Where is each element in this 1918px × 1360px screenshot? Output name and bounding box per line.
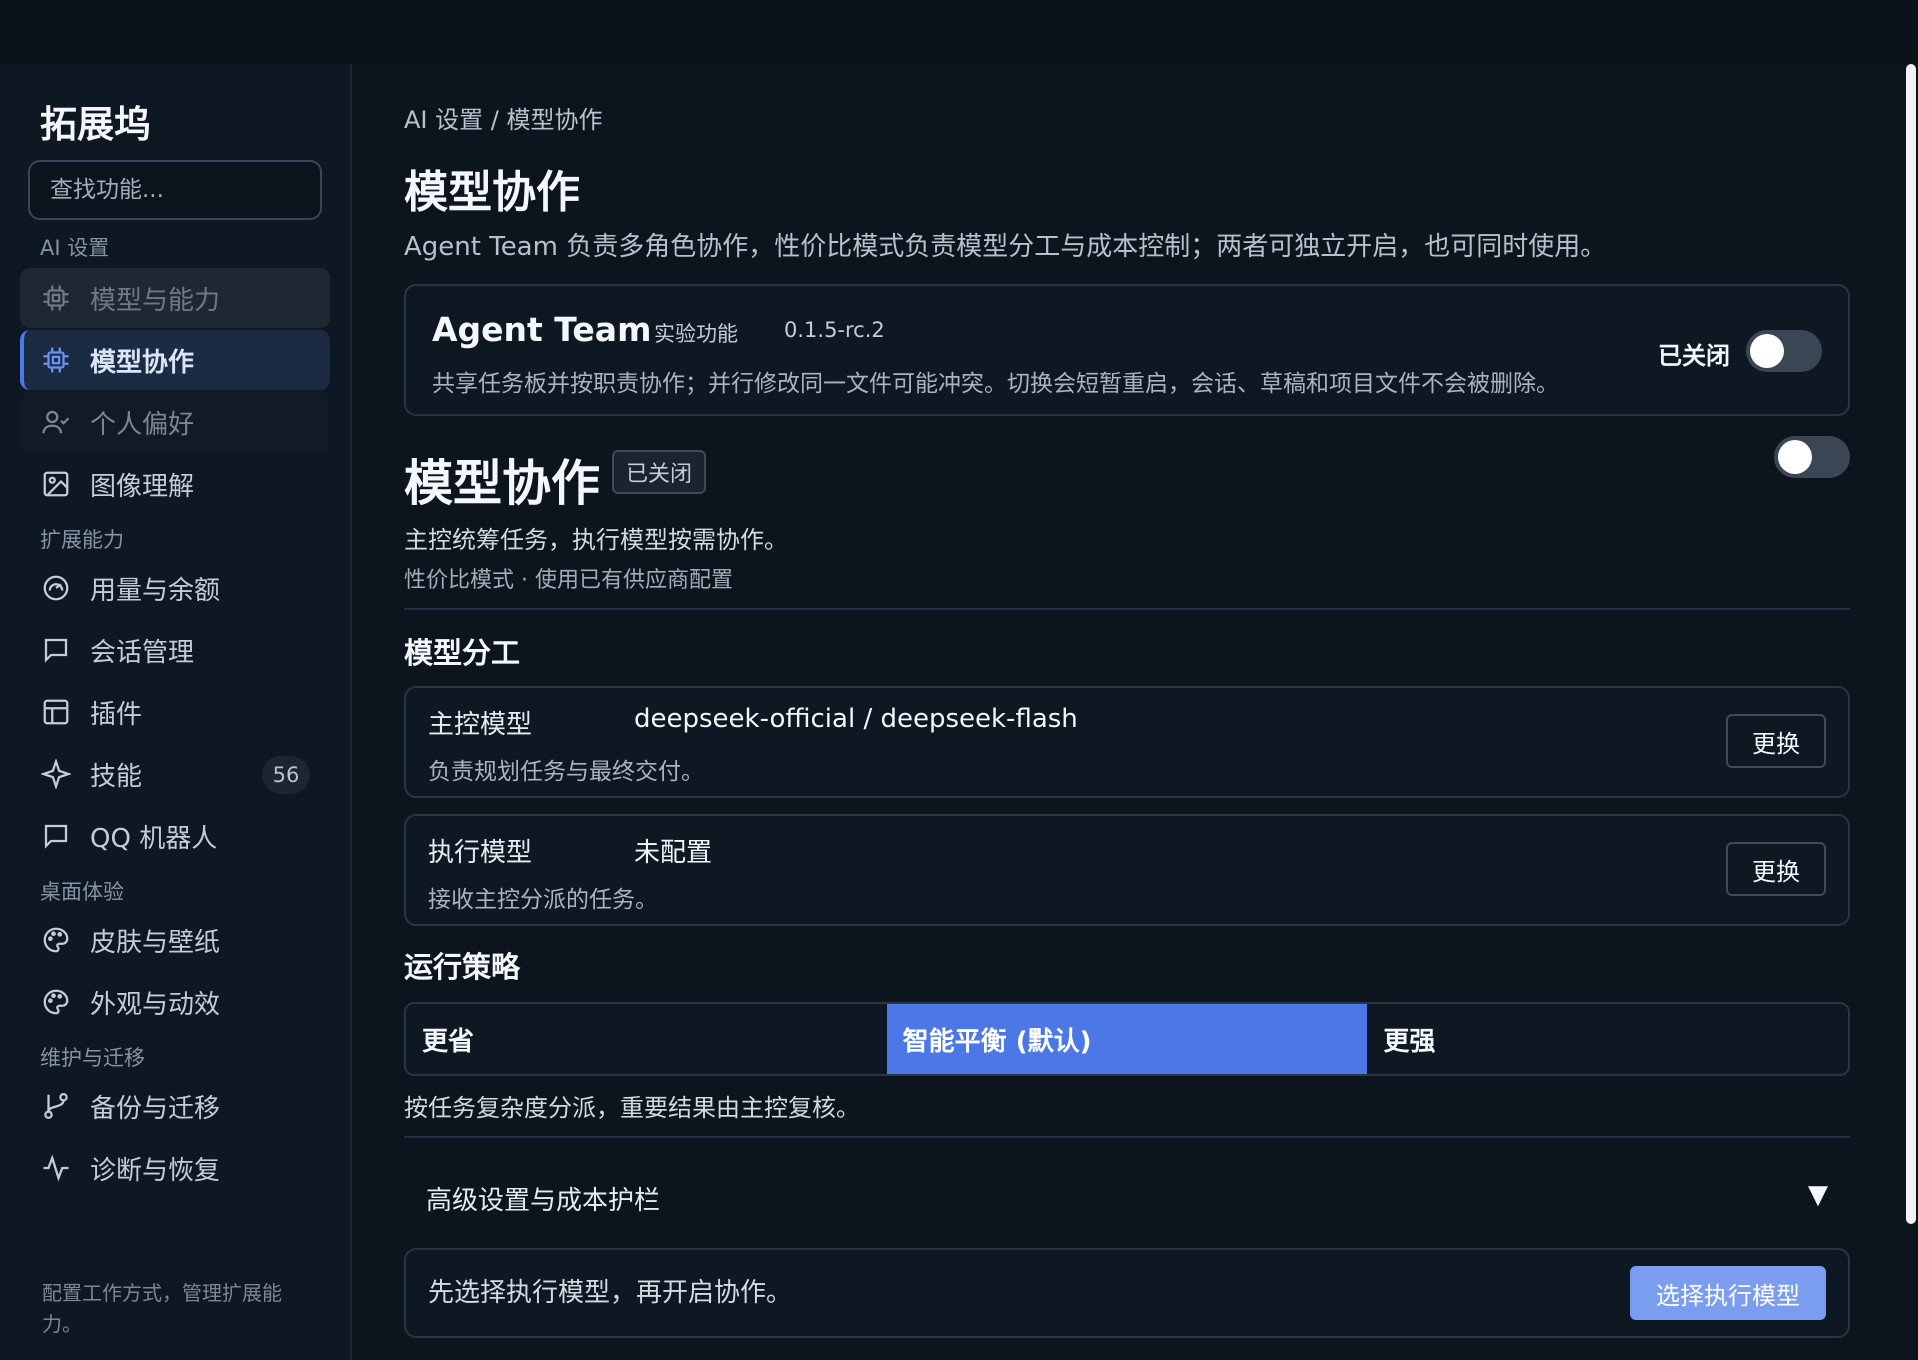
- executor-model-label: 执行模型: [428, 838, 533, 868]
- skills-count-badge: 56: [262, 756, 310, 794]
- divider: [404, 1136, 1850, 1138]
- sidebar-item-usage[interactable]: 用量与余额: [20, 558, 330, 618]
- sidebar-item-appearance[interactable]: 外观与动效: [20, 972, 330, 1032]
- executor-model-value: 未配置: [634, 838, 713, 868]
- sidebar-item-label: 技能: [90, 761, 143, 792]
- user-check-icon: [40, 406, 72, 438]
- sidebar-item-label: 诊断与恢复: [90, 1155, 221, 1186]
- controller-model-card: 主控模型 deepseek-official / deepseek-flash …: [404, 686, 1850, 798]
- sidebar-item-sessions[interactable]: 会话管理: [20, 620, 330, 680]
- group-label-maintenance: 维护与迁移: [40, 1046, 145, 1070]
- sidebar: 拓展坞 AI 设置 模型与能力 模型协作 个人偏好 图像理解: [0, 64, 352, 1360]
- agent-team-title: Agent Team: [432, 310, 652, 349]
- change-executor-model-button[interactable]: 更换: [1726, 842, 1826, 896]
- gauge-icon: [40, 572, 72, 604]
- collab-status-badge: 已关闭: [612, 450, 707, 494]
- action-hint: 先选择执行模型，再开启协作。: [428, 1278, 793, 1308]
- sidebar-item-skills[interactable]: 技能 56: [20, 744, 330, 804]
- sidebar-item-qq-bot[interactable]: QQ 机器人: [20, 806, 330, 866]
- strategy-description: 按任务复杂度分派，重要结果由主控复核。: [404, 1094, 860, 1122]
- sidebar-footer: 配置工作方式，管理扩展能力。: [42, 1281, 282, 1336]
- sidebar-item-label: 用量与余额: [90, 575, 221, 606]
- controller-model-value: deepseek-official / deepseek-flash: [634, 704, 1078, 734]
- git-branch-icon: [40, 1090, 72, 1122]
- sidebar-item-label: 模型与能力: [90, 285, 221, 316]
- search-input[interactable]: [28, 160, 322, 220]
- sidebar-item-skins[interactable]: 皮肤与壁纸: [20, 910, 330, 970]
- change-controller-model-button[interactable]: 更换: [1726, 714, 1826, 768]
- sidebar-item-label: 外观与动效: [90, 989, 221, 1020]
- sidebar-item-label: 个人偏好: [90, 409, 195, 440]
- app: 拓展坞 AI 设置 模型与能力 模型协作 个人偏好 图像理解: [0, 64, 1918, 1360]
- sidebar-item-diagnostics[interactable]: 诊断与恢复: [20, 1138, 330, 1198]
- brand-title: 拓展坞: [40, 103, 151, 146]
- group-label-extensions: 扩展能力: [40, 528, 124, 552]
- scrollbar-thumb[interactable]: [1906, 64, 1916, 1224]
- collab-toggle[interactable]: [1774, 436, 1850, 478]
- sidebar-item-collab[interactable]: 模型协作: [20, 330, 330, 390]
- main-content: AI 设置 / 模型协作 模型协作 Agent Team 负责多角色协作，性价比…: [404, 64, 1850, 1360]
- pulse-icon: [40, 1152, 72, 1184]
- sidebar-item-models[interactable]: 模型与能力: [20, 268, 330, 328]
- sidebar-item-label: 插件: [90, 699, 143, 730]
- sparkle-icon: [40, 758, 72, 790]
- collab-description: 主控统筹任务，执行模型按需协作。: [404, 526, 788, 554]
- sidebar-item-label: 模型协作: [90, 347, 195, 378]
- strategy-option-balanced[interactable]: 智能平衡 (默认): [886, 1004, 1368, 1074]
- collab-title: 模型协作: [404, 455, 601, 512]
- sidebar-item-label: 皮肤与壁纸: [90, 927, 221, 958]
- toggle-knob: [1750, 334, 1784, 368]
- window-top-bar: [0, 0, 1918, 64]
- chat-icon: [40, 634, 72, 666]
- sidebar-item-label: 图像理解: [90, 471, 195, 502]
- controller-model-label: 主控模型: [428, 710, 533, 740]
- chip-icon: [40, 282, 72, 314]
- page-title: 模型协作: [404, 167, 580, 218]
- select-executor-model-button[interactable]: 选择执行模型: [1630, 1266, 1826, 1320]
- palette-icon: [40, 986, 72, 1018]
- image-icon: [40, 468, 72, 500]
- strategy-option-economy[interactable]: 更省: [406, 1004, 887, 1074]
- agent-team-state: 已关闭: [1658, 342, 1730, 370]
- layout-icon: [40, 696, 72, 728]
- action-card: 先选择执行模型，再开启协作。 选择执行模型: [404, 1248, 1850, 1338]
- agent-team-description: 共享任务板并按职责协作；并行修改同一文件可能冲突。切换会短暂重启，会话、草稿和项…: [432, 371, 1559, 397]
- sidebar-item-plugins[interactable]: 插件: [20, 682, 330, 742]
- strategy-segmented-control: 更省 智能平衡 (默认) 更强: [404, 1002, 1850, 1076]
- experimental-tag: 实验功能: [654, 322, 738, 346]
- sidebar-item-label: QQ 机器人: [90, 823, 218, 854]
- divider: [404, 608, 1850, 610]
- chat-icon: [40, 820, 72, 852]
- scrollbar[interactable]: [1904, 64, 1918, 1360]
- agent-team-card: Agent Team 实验功能 0.1.5-rc.2 共享任务板并按职责协作；并…: [404, 284, 1850, 416]
- group-label-ai: AI 设置: [40, 236, 110, 260]
- strategy-section-title: 运行策略: [404, 950, 521, 984]
- sidebar-item-label: 备份与迁移: [90, 1093, 221, 1124]
- version-label: 0.1.5-rc.2: [784, 318, 885, 342]
- strategy-option-strong[interactable]: 更强: [1367, 1004, 1848, 1074]
- breadcrumb: AI 设置 / 模型协作: [404, 106, 603, 134]
- sidebar-item-label: 会话管理: [90, 637, 195, 668]
- controller-model-description: 负责规划任务与最终交付。: [428, 759, 704, 785]
- advanced-settings-toggle[interactable]: 高级设置与成本护栏: [426, 1180, 660, 1217]
- division-section-title: 模型分工: [404, 636, 521, 670]
- toggle-knob: [1778, 440, 1812, 474]
- agent-team-toggle[interactable]: [1746, 330, 1822, 372]
- collab-subtext: 性价比模式 · 使用已有供应商配置: [404, 568, 733, 593]
- sidebar-item-preferences[interactable]: 个人偏好: [20, 392, 330, 452]
- sidebar-item-backup[interactable]: 备份与迁移: [20, 1076, 330, 1136]
- palette-icon: [40, 924, 72, 956]
- sidebar-item-vision[interactable]: 图像理解: [20, 454, 330, 514]
- chevron-down-icon[interactable]: ▼: [1808, 1180, 1828, 1210]
- executor-model-description: 接收主控分派的任务。: [428, 887, 658, 913]
- group-label-desktop: 桌面体验: [40, 880, 124, 904]
- chip-icon: [40, 344, 72, 376]
- executor-model-card: 执行模型 未配置 接收主控分派的任务。 更换: [404, 814, 1850, 926]
- page-description: Agent Team 负责多角色协作，性价比模式负责模型分工与成本控制；两者可独…: [404, 232, 1607, 262]
